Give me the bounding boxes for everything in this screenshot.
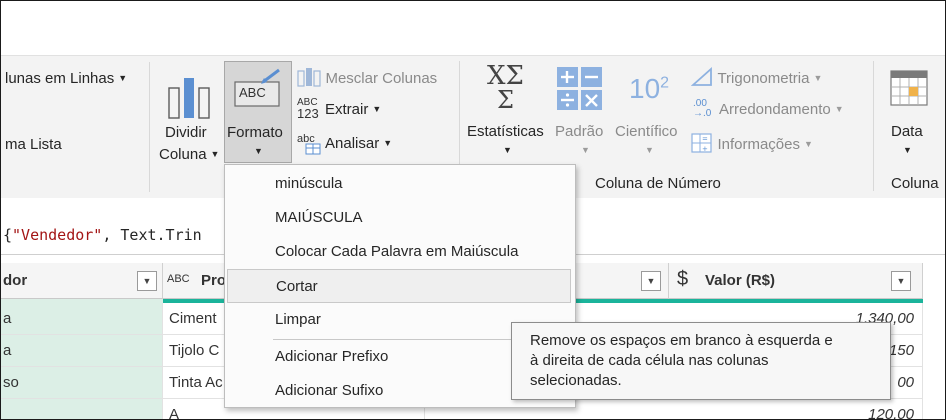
menu-item-uppercase[interactable]: MAIÚSCULA (227, 201, 571, 235)
table-cell[interactable]: a (1, 303, 163, 335)
split-column-label-2: Coluna (159, 146, 207, 163)
information-button[interactable]: = + Informações ▼ (691, 133, 813, 155)
rounding-icon: .00 →.0 (693, 98, 712, 119)
menu-item-trim[interactable]: Cortar (227, 269, 571, 303)
split-column-label-1: Dividir (165, 124, 207, 141)
column-header-label: Valor (R$) (705, 272, 776, 289)
convert-to-list-button[interactable]: ma Lista (5, 136, 62, 153)
number-column-group-label: Coluna de Número (595, 175, 721, 192)
chevron-down-icon: ▼ (804, 139, 813, 149)
chevron-down-icon: ▼ (903, 145, 912, 155)
formula-string: "Vendedor" (12, 226, 103, 244)
tooltip-line: selecionadas. (530, 372, 622, 389)
unpivot-columns-button[interactable]: lunas em Linhas ▼ (5, 70, 127, 87)
text-type-icon: ABC (167, 273, 190, 285)
formula-brace: { (3, 226, 13, 244)
date-button[interactable]: Data ▼ (879, 61, 941, 161)
table-cell[interactable]: 120,00 (669, 399, 923, 419)
chevron-down-icon: ▼ (372, 104, 382, 114)
standard-label: Padrão (555, 123, 604, 140)
triangle-icon (690, 66, 712, 86)
formula-rest: , Text.Trin (102, 226, 202, 244)
column-filter-button[interactable]: ▼ (641, 271, 661, 291)
statistics-label: Estatísticas (467, 123, 544, 140)
format-button[interactable]: ABC Formato ▼ (224, 61, 292, 163)
chevron-down-icon: ▼ (210, 149, 220, 159)
format-label: Formato (227, 124, 283, 141)
calendar-icon (890, 70, 928, 106)
abc123-icon: ABC 123 (297, 97, 319, 121)
menu-item-lowercase[interactable]: minúscula (227, 167, 571, 201)
trigonometry-label: Trigonometria (717, 70, 810, 87)
sigma-icon: Σ (497, 86, 514, 114)
power-icon: 102 (629, 73, 669, 105)
merge-columns-label: Mesclar Colunas (325, 70, 438, 87)
power-icon-exponent: 2 (660, 74, 670, 92)
tooltip-line: à direita de cada célula nas colunas (530, 352, 769, 369)
column-filter-button[interactable]: ▼ (137, 271, 157, 291)
rounding-label: Arredondamento (719, 101, 831, 118)
tooltip-line: Remove os espaços em branco à esquerda e (530, 332, 833, 349)
menu-item-capitalize-each-word[interactable]: Colocar Cada Palavra em Maiúscula (227, 235, 571, 269)
information-icon: = + (691, 133, 712, 153)
chevron-down-icon: ▼ (834, 104, 844, 114)
split-column-button[interactable]: Dividir Coluna ▼ (153, 62, 223, 168)
merge-columns-button[interactable]: Mesclar Colunas (297, 67, 437, 89)
chevron-down-icon: ▼ (581, 145, 590, 155)
formula-text: {"Vendedor", Text.Trin (3, 226, 202, 244)
chevron-down-icon: ▼ (645, 145, 654, 155)
table-icon (305, 143, 321, 155)
arithmetic-icon (557, 67, 602, 110)
merge-columns-icon (297, 68, 321, 87)
chevron-down-icon: ▼ (118, 73, 128, 83)
standard-button[interactable]: Padrão ▼ (553, 61, 613, 161)
table-cell[interactable]: a (1, 335, 163, 367)
chevron-down-icon: ▼ (503, 145, 512, 155)
column-header-valor[interactable]: $ Valor (R$) ▼ (669, 263, 923, 299)
abc-icon-label: ABC (239, 85, 266, 100)
date-column-group-label: Coluna (891, 175, 939, 192)
chevron-down-icon: ▼ (813, 73, 823, 83)
split-column-icon (168, 78, 210, 119)
column-header-label: dor (3, 272, 28, 289)
unpivot-columns-label: lunas em Linhas (5, 70, 115, 87)
abc123-icon-bottom: 123 (297, 106, 319, 121)
column-filter-button[interactable]: ▼ (891, 271, 911, 291)
column-header-label: Pro (201, 272, 227, 289)
power-query-window: lunas em Linhas ▼ ma Lista Dividir Coluna… (0, 0, 946, 420)
table-cell[interactable] (1, 399, 163, 419)
statistics-button[interactable]: XΣ Σ Estatísticas ▼ (465, 61, 551, 161)
currency-type-icon: $ (677, 268, 689, 290)
trigonometry-button[interactable]: Trigonometria ▼ (690, 66, 823, 89)
convert-to-list-label: ma Lista (5, 136, 62, 153)
date-label: Data (891, 123, 923, 140)
ribbon-divider (149, 62, 150, 192)
table-cell[interactable]: so (1, 367, 163, 399)
information-label: Informações (717, 136, 800, 153)
tooltip: Remove os espaços em branco à esquerda e… (511, 322, 891, 400)
ribbon-divider (873, 61, 874, 191)
svg-text:=: = (702, 135, 708, 143)
extract-label: Extrair (325, 101, 369, 118)
power-icon-base: 10 (629, 73, 661, 104)
chevron-down-icon: ▼ (383, 138, 393, 148)
scientific-label: Científico (615, 123, 678, 140)
scientific-button[interactable]: 102 Científico ▼ (613, 61, 685, 161)
chevron-down-icon: ▼ (254, 146, 263, 156)
parse-label: Analisar (325, 135, 380, 152)
column-header-vendedor[interactable]: dor ▼ (1, 263, 163, 299)
svg-text:+: + (702, 145, 708, 153)
